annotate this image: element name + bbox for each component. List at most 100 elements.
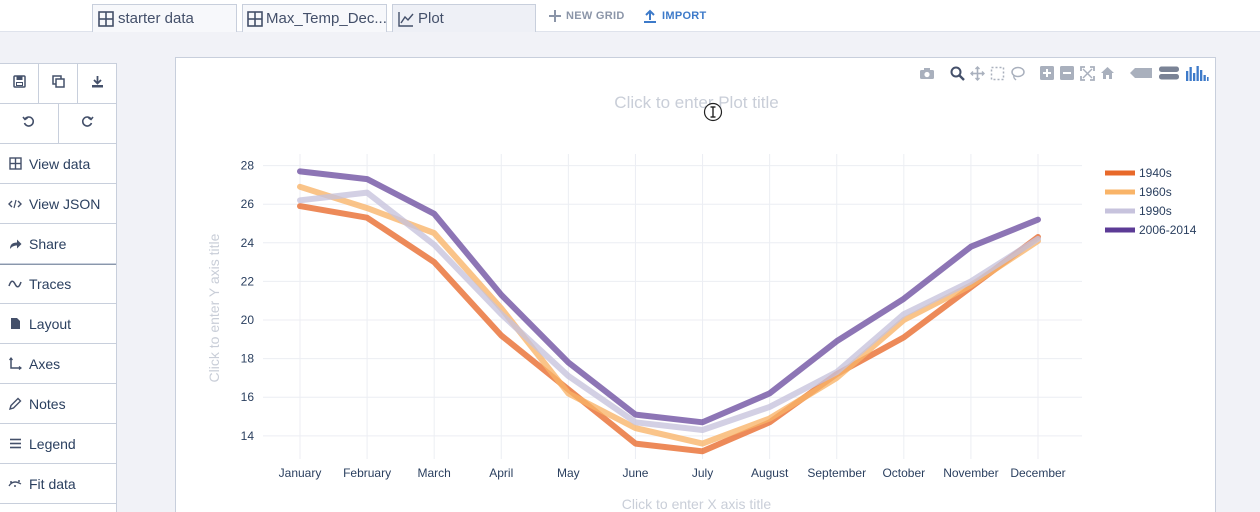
data-point[interactable] [367, 217, 368, 218]
x-tick-label: July [692, 466, 713, 480]
import-button[interactable]: IMPORT [643, 6, 707, 26]
list-icon [8, 437, 22, 451]
data-point[interactable] [367, 179, 368, 180]
sidebar-history-row [0, 104, 116, 144]
tab-max-temp[interactable]: Max_Temp_Dec... [242, 4, 387, 32]
data-point[interactable] [702, 422, 703, 423]
sidebar-item-axes[interactable]: Axes [0, 344, 116, 384]
sidebar-item-legend[interactable]: Legend [0, 424, 116, 464]
data-point[interactable] [836, 372, 837, 373]
plot-panel: Click to enter Plot title Click to enter… [175, 57, 1216, 512]
y-tick-label: 28 [241, 159, 255, 173]
data-point[interactable] [903, 320, 904, 321]
data-point[interactable] [635, 422, 636, 423]
x-tick-label: March [418, 466, 451, 480]
data-point[interactable] [501, 294, 502, 295]
grid-icon [8, 157, 22, 171]
y-tick-label: 16 [241, 390, 255, 404]
sidebar-item-view-json[interactable]: View JSON [0, 184, 116, 224]
data-point[interactable] [434, 213, 435, 214]
data-point[interactable] [300, 206, 301, 207]
text-cursor-icon [703, 102, 723, 122]
data-point[interactable] [434, 233, 435, 234]
sidebar-item-traces[interactable]: Traces [0, 264, 116, 304]
x-tick-label: January [279, 466, 322, 480]
copy-button[interactable] [39, 64, 78, 103]
legend-label[interactable]: 1990s [1139, 204, 1172, 218]
y-tick-label: 18 [241, 352, 255, 366]
line-chart-icon [397, 10, 415, 28]
data-point[interactable] [769, 393, 770, 394]
traces-icon [8, 277, 22, 291]
redo-button[interactable] [59, 104, 117, 143]
data-point[interactable] [501, 314, 502, 315]
new-grid-button[interactable]: NEW GRID [549, 6, 625, 26]
data-point[interactable] [970, 285, 971, 286]
sidebar-item-label: Traces [29, 276, 72, 292]
sidebar-item-label: Notes [29, 395, 66, 412]
save-button[interactable] [0, 64, 39, 103]
x-tick-label: May [557, 466, 580, 480]
data-point[interactable] [970, 246, 971, 247]
data-point[interactable] [367, 192, 368, 193]
data-point[interactable] [635, 443, 636, 444]
data-point[interactable] [300, 200, 301, 201]
data-point[interactable] [836, 341, 837, 342]
data-point[interactable] [769, 406, 770, 407]
data-point[interactable] [702, 430, 703, 431]
tab-starter-data[interactable]: starter data [92, 4, 237, 32]
tab-plot[interactable]: Plot [392, 4, 536, 32]
undo-button[interactable] [0, 104, 59, 143]
sidebar-item-notes[interactable]: Notes [0, 384, 116, 424]
sidebar-item-label: Share [29, 235, 67, 252]
sidebar-item-layout[interactable]: Layout [0, 304, 116, 344]
code-icon [8, 197, 22, 211]
data-point[interactable] [1038, 238, 1039, 239]
data-point[interactable] [434, 262, 435, 263]
axes-icon [8, 357, 22, 371]
document-icon [8, 317, 22, 331]
legend-label[interactable]: 1940s [1139, 166, 1172, 180]
data-point[interactable] [903, 314, 904, 315]
x-tick-label: April [489, 466, 513, 480]
data-point[interactable] [903, 337, 904, 338]
data-point[interactable] [568, 375, 569, 376]
x-tick-label: October [882, 466, 925, 480]
upload-icon [643, 9, 657, 23]
tab-label: starter data [118, 10, 194, 27]
data-point[interactable] [769, 422, 770, 423]
sidebar-item-view-data[interactable]: View data [0, 144, 116, 184]
data-point[interactable] [702, 443, 703, 444]
data-point[interactable] [635, 428, 636, 429]
data-point[interactable] [1038, 219, 1039, 220]
data-point[interactable] [635, 414, 636, 415]
series-line-2006-2014[interactable] [297, 168, 1041, 426]
legend-label[interactable]: 1960s [1139, 185, 1172, 199]
download-button[interactable] [78, 64, 116, 103]
data-point[interactable] [970, 281, 971, 282]
copy-icon [51, 74, 65, 93]
data-point[interactable] [568, 362, 569, 363]
import-label: IMPORT [662, 10, 707, 22]
sidebar-item-label: Axes [29, 355, 61, 372]
data-point[interactable] [300, 186, 301, 187]
data-point[interactable] [702, 451, 703, 452]
data-point[interactable] [367, 208, 368, 209]
sidebar-item-fit-data[interactable]: Fit data [0, 464, 116, 504]
data-point[interactable] [903, 298, 904, 299]
data-point[interactable] [501, 335, 502, 336]
data-point[interactable] [836, 377, 837, 378]
legend-label[interactable]: 2006-2014 [1139, 223, 1197, 237]
sidebar-item-label: Layout [29, 315, 72, 332]
sidebar-item-share[interactable]: Share [0, 224, 116, 264]
data-point[interactable] [434, 244, 435, 245]
undo-icon [22, 115, 35, 133]
data-point[interactable] [769, 418, 770, 419]
share-icon [8, 237, 22, 251]
data-point[interactable] [568, 393, 569, 394]
data-point[interactable] [300, 171, 301, 172]
plus-icon [549, 10, 561, 22]
data-point[interactable] [501, 308, 502, 309]
y-tick-label: 24 [241, 236, 255, 250]
series-line-1990s[interactable] [297, 189, 1041, 433]
